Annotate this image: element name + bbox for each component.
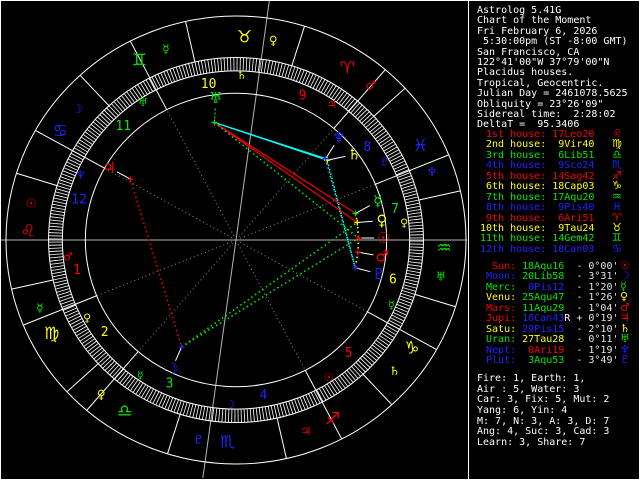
stats-line: Learn: 3, Share: 7 — [477, 437, 586, 449]
planet-glyph-nept: ♆ — [332, 129, 345, 147]
sign-ruler-glyph-pisces: ♆ — [427, 165, 438, 179]
planet-glyph-sun: ☉ — [376, 229, 389, 247]
house-row: 12th house: 18Can03 ♋ — [480, 241, 622, 255]
house-number-6: 6 — [389, 272, 397, 287]
house-number-11: 11 — [115, 119, 131, 134]
house-number-7: 7 — [391, 202, 399, 217]
planet-glyph-merc: ☿ — [373, 192, 382, 210]
sign-ruler-glyph-aquarius: ♅ — [435, 269, 446, 283]
house-ruler-glyph-11: ♅ — [138, 96, 148, 109]
planet-glyph-venu: ♀ — [376, 212, 387, 230]
sign-glyph-sagittarius: ♐ — [325, 410, 340, 430]
house-ruler-glyph-10: ♄ — [237, 69, 247, 82]
house-ruler-glyph-3: ☿ — [137, 369, 144, 382]
sign-glyph-virgo: ♍ — [44, 324, 59, 344]
sign-ruler-glyph-leo: ☉ — [26, 197, 37, 211]
sign-glyph-scorpio: ♏ — [220, 433, 235, 453]
planet-position-mark-mars — [354, 249, 361, 256]
zodiac-sign-icon: ♋ — [612, 241, 622, 255]
house-number-1: 1 — [73, 263, 81, 278]
sign-glyph-aquarius: ♒ — [436, 238, 451, 258]
element-statistics: Fire: 1, Earth: 1, Air : 5, Water: 3 Car: … — [469, 373, 640, 449]
planet-position-mark-plut — [352, 264, 359, 271]
sign-glyph-cancer: ♋ — [52, 122, 67, 142]
sign-ruler-glyph-taurus: ♀ — [269, 34, 278, 48]
planet-glyph-moon: ☽ — [165, 360, 178, 378]
house-ruler-glyph-1: ♂ — [63, 251, 73, 264]
house-ruler-glyph-9: ♃ — [327, 98, 337, 111]
planet-glyph-jupi: ♃ — [102, 158, 115, 176]
planet-position-list: Sun: 18Aqu16 - 0°00' ☉ Moon: 20Lib58 - 3°… — [469, 260, 640, 366]
planet-glyph-satu: ♄ — [347, 146, 360, 164]
house-number-8: 8 — [363, 140, 371, 155]
house-number-2: 2 — [101, 325, 109, 340]
sign-glyph-capricorn: ♑ — [404, 338, 419, 358]
sign-ruler-glyph-capricorn: ♄ — [389, 364, 400, 378]
house-number-12: 12 — [71, 193, 87, 208]
sign-glyph-pisces: ♓ — [413, 136, 428, 156]
planet-position-mark-merc — [352, 210, 359, 217]
house-number-3: 3 — [166, 377, 174, 392]
info-line: 5:30:00pm (ST -8:00 GMT) — [477, 36, 628, 48]
chart-header-info: Astrolog 5.41G Chart of the Moment Fri Feb… — [469, 5, 640, 131]
house-cusp-list: 1st house: 17Leo20 ♌ 2nd house: 9Vir40 ♍ 3… — [469, 128, 640, 255]
planet-glyph-plut: ♇ — [372, 265, 385, 283]
sign-ruler-glyph-libra: ♀ — [97, 388, 106, 402]
house-ruler-glyph-6: ☿ — [388, 299, 395, 312]
info-line: Julian Day = 2461078.5625 — [477, 88, 628, 100]
aspect-lines — [129, 121, 360, 348]
sign-ruler-glyph-virgo: ☿ — [36, 301, 43, 315]
natal-wheel-chart: ♈♂♉ ♀♊☿♋☽♌☉♍☿♎♀♏♇♐♃♑♄♒♅♓♆1♂2♀3☿4☽5☉6☿7♀8♇… — [1, 0, 467, 479]
sign-glyph-leo: ♌ — [20, 222, 35, 242]
planet-glyph-mars: ♂ — [375, 247, 388, 265]
planet-glyph-uran: ♅ — [209, 89, 222, 107]
sign-ruler-glyph-sagittarius: ♃ — [301, 424, 312, 438]
house-number-4: 4 — [259, 388, 267, 403]
planet-row: Plut: 3Aqu53 - 3°49' ♇ — [480, 352, 630, 366]
planet-position-mark-moon — [178, 343, 185, 350]
house-ruler-glyph-4: ☽ — [225, 398, 235, 411]
sign-ruler-glyph-cancer: ☽ — [72, 102, 83, 116]
house-ruler-glyph-2: ♀ — [83, 312, 91, 325]
sign-glyph-gemini: ♊ — [132, 50, 147, 70]
chart-wheel-pane: ♈ ♂ ♉ ♀ ♊ ☿ ♋ ☽ ♌ ☉ ♍ ☿ ♎ ♀ ♏ ♇ ♐ ♃ ♑ ♄ ♒ ♅ ♓ ♆ 1 ♂ 2 ♀ 3 ☿ 4 ☽ 5 ☉ 6 ☿ 7 ♀ 8 ♇… — [0, 0, 468, 480]
house-ruler-glyph-8: ♇ — [380, 155, 390, 168]
planet-icon-plut: ♇ — [620, 352, 630, 366]
sign-glyph-aries: ♈ — [340, 59, 355, 79]
sign-ruler-glyph-aries: ♂ — [365, 78, 376, 92]
house-ruler-glyph-7: ♀ — [400, 216, 408, 229]
sign-ruler-glyph-scorpio: ♇ — [193, 432, 204, 446]
astrolog-window: ♈ ♂ ♉ ♀ ♊ ☿ ♋ ☽ ♌ ☉ ♍ ☿ ♎ ♀ ♏ ♇ ♐ ♃ ♑ ♄ ♒ ♅ ♓ ♆ 1 ♂ 2 ♀ 3 ☿ 4 ☽ 5 ☉ 6 ☿ 7 ♀ 8 ♇… — [0, 0, 640, 480]
sign-glyph-taurus: ♉ — [237, 27, 252, 47]
sign-glyph-libra: ♎ — [117, 401, 132, 421]
sign-ruler-glyph-gemini: ☿ — [162, 42, 169, 56]
house-number-9: 9 — [299, 88, 307, 103]
house-number-5: 5 — [345, 346, 353, 361]
planet-position-mark-jupi — [127, 176, 134, 183]
house-ruler-glyph-12: ♆ — [76, 168, 86, 181]
house-ruler-glyph-5: ☉ — [324, 371, 334, 384]
chart-info-panel: Astrolog 5.41G Chart of the Moment Fri Feb… — [468, 0, 640, 480]
